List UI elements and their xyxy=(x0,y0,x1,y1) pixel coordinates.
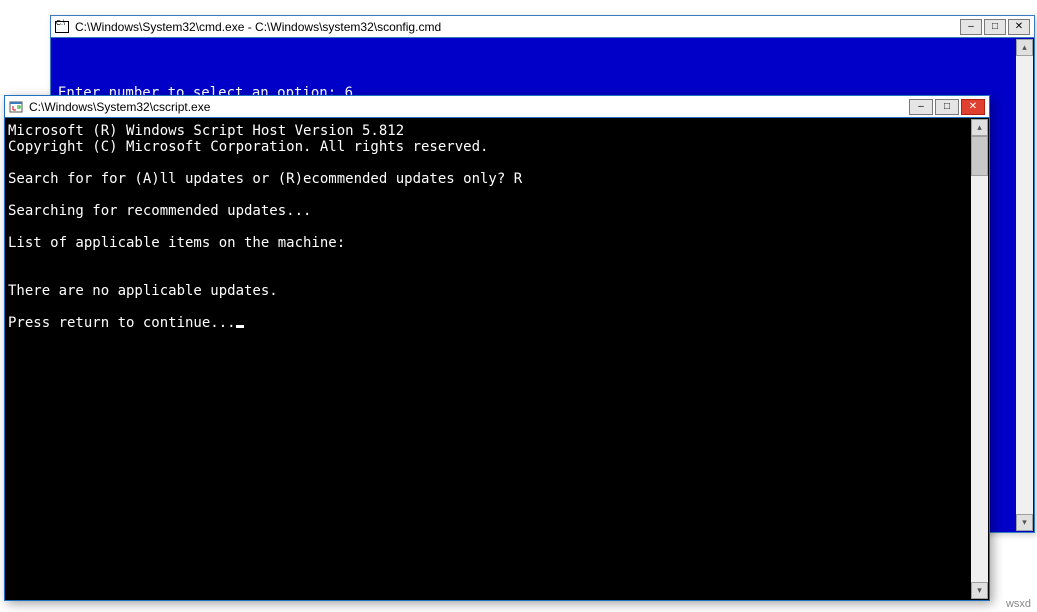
maximize-icon: □ xyxy=(992,22,998,32)
maximize-button[interactable]: □ xyxy=(935,99,959,115)
term-line: List of applicable items on the machine: xyxy=(8,235,345,251)
cscript-icon xyxy=(9,100,23,114)
close-button[interactable]: ✕ xyxy=(1008,19,1030,35)
cmd-window-buttons: – □ ✕ xyxy=(960,19,1030,35)
cscript-scrollbar[interactable]: ▴ ▾ xyxy=(971,119,988,599)
terminal-cursor xyxy=(236,325,244,328)
scroll-up-icon[interactable]: ▴ xyxy=(1016,39,1033,56)
cscript-window: C:\Windows\System32\cscript.exe – □ ✕ Mi… xyxy=(4,95,990,601)
close-icon: ✕ xyxy=(1015,22,1023,32)
maximize-icon: □ xyxy=(944,102,950,112)
term-line: Press return to continue... xyxy=(8,315,236,331)
term-line: Microsoft (R) Windows Script Host Versio… xyxy=(8,123,404,139)
maximize-button[interactable]: □ xyxy=(984,19,1006,35)
close-button[interactable]: ✕ xyxy=(961,99,985,115)
cscript-window-buttons: – □ ✕ xyxy=(909,99,985,115)
scroll-up-icon[interactable]: ▴ xyxy=(971,119,988,136)
term-line: Search for for (A)ll updates or (R)ecomm… xyxy=(8,171,522,187)
cscript-title-text: C:\Windows\System32\cscript.exe xyxy=(29,100,909,114)
minimize-button[interactable]: – xyxy=(960,19,982,35)
cmd-titlebar[interactable]: C:\Windows\System32\cmd.exe - C:\Windows… xyxy=(51,16,1034,38)
close-icon: ✕ xyxy=(969,102,977,112)
minimize-button[interactable]: – xyxy=(909,99,933,115)
cmd-scrollbar[interactable]: ▴ ▾ xyxy=(1016,39,1033,531)
scroll-thumb[interactable] xyxy=(971,136,988,176)
term-line: Searching for recommended updates... xyxy=(8,203,311,219)
minimize-icon: – xyxy=(918,102,924,112)
cscript-terminal[interactable]: Microsoft (R) Windows Script Host Versio… xyxy=(6,119,971,599)
term-line: There are no applicable updates. xyxy=(8,283,278,299)
minimize-icon: – xyxy=(968,22,974,32)
cscript-titlebar[interactable]: C:\Windows\System32\cscript.exe – □ ✕ xyxy=(5,96,989,118)
scroll-down-icon[interactable]: ▾ xyxy=(971,582,988,599)
cmd-title-text: C:\Windows\System32\cmd.exe - C:\Windows… xyxy=(75,20,960,34)
watermark: wsxd xyxy=(1006,598,1031,610)
scroll-down-icon[interactable]: ▾ xyxy=(1016,514,1033,531)
cmd-icon xyxy=(55,21,69,33)
term-line: Copyright (C) Microsoft Corporation. All… xyxy=(8,139,488,155)
